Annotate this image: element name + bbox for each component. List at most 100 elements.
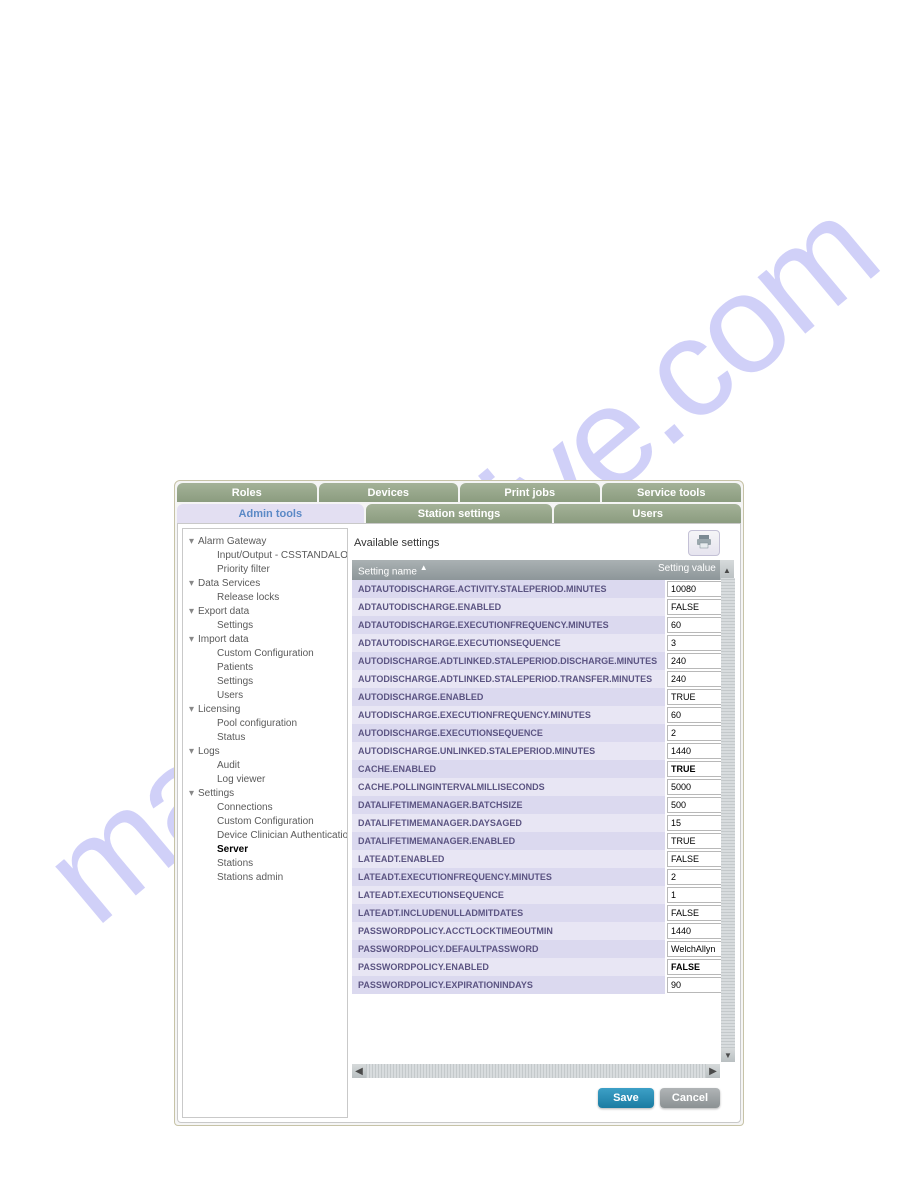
hscroll-track[interactable] [366,1064,706,1078]
tree-leaf-connections[interactable]: Connections [217,801,343,815]
setting-name[interactable]: AUTODISCHARGE.UNLINKED.STALEPERIOD.MINUT… [352,742,665,760]
tree-leaf-stations[interactable]: Stations [217,857,343,871]
tree-leaf-patients[interactable]: Patients [217,661,343,675]
table-row: ADTAUTODISCHARGE.EXECUTIONSEQUENCE [352,634,734,652]
table-row: ADTAUTODISCHARGE.ACTIVITY.STALEPERIOD.MI… [352,580,734,598]
tabbar-bottom: Admin toolsStation settingsUsers [177,504,741,523]
tree-leaf-audit[interactable]: Audit [217,759,343,773]
setting-name[interactable]: PASSWORDPOLICY.DEFAULTPASSWORD [352,940,665,958]
tree-node-data-services[interactable]: ▾Data Services [189,577,343,591]
table-row: LATEADT.EXECUTIONFREQUENCY.MINUTES [352,868,734,886]
table-row: DATALIFETIMEMANAGER.BATCHSIZE [352,796,734,814]
printer-icon [696,535,712,552]
tree-leaf-stations-admin[interactable]: Stations admin [217,871,343,885]
tree-leaf-settings[interactable]: Settings [217,675,343,689]
tree-node-licensing[interactable]: ▾Licensing [189,703,343,717]
setting-name[interactable]: LATEADT.EXECUTIONFREQUENCY.MINUTES [352,868,665,886]
tree-node-logs[interactable]: ▾Logs [189,745,343,759]
column-setting-name[interactable]: Setting name ▲ [352,560,654,580]
scroll-left-button[interactable]: ◀ [352,1064,366,1078]
setting-name[interactable]: ADTAUTODISCHARGE.EXECUTIONSEQUENCE [352,634,665,652]
main-title: Available settings [354,537,439,549]
tree-leaf-custom-configuration[interactable]: Custom Configuration [217,815,343,829]
setting-name[interactable]: PASSWORDPOLICY.ACCTLOCKTIMEOUTMIN [352,922,665,940]
tab-print-jobs[interactable]: Print jobs [460,483,600,502]
column-value-label: Setting value [658,563,716,574]
tab-devices[interactable]: Devices [319,483,459,502]
table-row: AUTODISCHARGE.ENABLED [352,688,734,706]
tree-leaf-pool-configuration[interactable]: Pool configuration [217,717,343,731]
vertical-scrollbar[interactable]: ▼ [721,578,735,1062]
table-row: AUTODISCHARGE.UNLINKED.STALEPERIOD.MINUT… [352,742,734,760]
sort-asc-icon: ▲ [420,563,428,572]
tree-leaf-log-viewer[interactable]: Log viewer [217,773,343,787]
twisty-icon: ▾ [189,633,198,647]
twisty-icon: ▾ [189,745,198,759]
table-row: PASSWORDPOLICY.DEFAULTPASSWORD [352,940,734,958]
panels: ▾Alarm GatewayInput/Output - CSSTANDALON… [177,523,741,1123]
table-row: AUTODISCHARGE.ADTLINKED.STALEPERIOD.DISC… [352,652,734,670]
setting-name[interactable]: ADTAUTODISCHARGE.ENABLED [352,598,665,616]
tree-leaf-status[interactable]: Status [217,731,343,745]
tree-leaf-release-locks[interactable]: Release locks [217,591,343,605]
table-row: PASSWORDPOLICY.EXPIRATIONINDAYS [352,976,734,994]
tree-leaf-settings[interactable]: Settings [217,619,343,633]
tree-leaf-input-output---csstandalone-pc[interactable]: Input/Output - CSSTANDALONE-PC [217,549,343,563]
twisty-icon: ▾ [189,787,198,801]
scroll-right-button[interactable]: ▶ [706,1064,720,1078]
setting-name[interactable]: CACHE.POLLINGINTERVALMILLISECONDS [352,778,665,796]
scroll-down-button[interactable]: ▼ [721,1048,735,1062]
cancel-button[interactable]: Cancel [660,1088,720,1108]
table-row: CACHE.ENABLED [352,760,734,778]
save-button[interactable]: Save [598,1088,654,1108]
table-header: Setting name ▲ Setting value ▲ [352,560,734,580]
twisty-icon: ▾ [189,703,198,717]
setting-name[interactable]: LATEADT.INCLUDENULLADMITDATES [352,904,665,922]
print-button[interactable] [688,530,720,556]
table-row: DATALIFETIMEMANAGER.ENABLED [352,832,734,850]
setting-name[interactable]: ADTAUTODISCHARGE.EXECUTIONFREQUENCY.MINU… [352,616,665,634]
vscroll-track[interactable] [721,578,735,1048]
tree-leaf-device-clinician-authentication[interactable]: Device Clinician Authentication [217,829,343,843]
table-row: DATALIFETIMEMANAGER.DAYSAGED [352,814,734,832]
twisty-icon: ▾ [189,577,198,591]
table-row: ADTAUTODISCHARGE.EXECUTIONFREQUENCY.MINU… [352,616,734,634]
table-row: AUTODISCHARGE.EXECUTIONFREQUENCY.MINUTES [352,706,734,724]
table-rows: ADTAUTODISCHARGE.ACTIVITY.STALEPERIOD.MI… [352,580,734,1055]
twisty-icon: ▾ [189,535,198,549]
setting-name[interactable]: LATEADT.ENABLED [352,850,665,868]
setting-name[interactable]: DATALIFETIMEMANAGER.BATCHSIZE [352,796,665,814]
tab-service-tools[interactable]: Service tools [602,483,742,502]
tree-node-alarm-gateway[interactable]: ▾Alarm Gateway [189,535,343,549]
setting-name[interactable]: AUTODISCHARGE.ADTLINKED.STALEPERIOD.TRAN… [352,670,665,688]
tree-node-settings[interactable]: ▾Settings [189,787,343,801]
tree-node-export-data[interactable]: ▾Export data [189,605,343,619]
column-setting-value[interactable]: Setting value [654,560,720,580]
app-window: RolesDevicesPrint jobsService tools Admi… [174,480,744,1126]
tab-station-settings[interactable]: Station settings [366,504,553,523]
setting-name[interactable]: AUTODISCHARGE.EXECUTIONFREQUENCY.MINUTES [352,706,665,724]
tree-node-import-data[interactable]: ▾Import data [189,633,343,647]
tab-admin-tools[interactable]: Admin tools [177,504,364,523]
setting-name[interactable]: DATALIFETIMEMANAGER.DAYSAGED [352,814,665,832]
setting-name[interactable]: AUTODISCHARGE.EXECUTIONSEQUENCE [352,724,665,742]
horizontal-scrollbar[interactable]: ◀ ▶ [352,1064,720,1078]
setting-name[interactable]: CACHE.ENABLED [352,760,665,778]
tab-roles[interactable]: Roles [177,483,317,502]
tree-leaf-users[interactable]: Users [217,689,343,703]
tree-leaf-custom-configuration[interactable]: Custom Configuration [217,647,343,661]
setting-name[interactable]: LATEADT.EXECUTIONSEQUENCE [352,886,665,904]
setting-name[interactable]: PASSWORDPOLICY.EXPIRATIONINDAYS [352,976,665,994]
table-row: AUTODISCHARGE.EXECUTIONSEQUENCE [352,724,734,742]
main-header: Available settings [354,530,734,556]
twisty-icon: ▾ [189,605,198,619]
setting-name[interactable]: DATALIFETIMEMANAGER.ENABLED [352,832,665,850]
tab-users[interactable]: Users [554,504,741,523]
tree-leaf-priority-filter[interactable]: Priority filter [217,563,343,577]
setting-name[interactable]: AUTODISCHARGE.ENABLED [352,688,665,706]
setting-name[interactable]: PASSWORDPOLICY.ENABLED [352,958,665,976]
nav-tree: ▾Alarm GatewayInput/Output - CSSTANDALON… [182,528,348,1118]
setting-name[interactable]: ADTAUTODISCHARGE.ACTIVITY.STALEPERIOD.MI… [352,580,665,598]
tree-leaf-server[interactable]: Server [217,843,343,857]
setting-name[interactable]: AUTODISCHARGE.ADTLINKED.STALEPERIOD.DISC… [352,652,665,670]
